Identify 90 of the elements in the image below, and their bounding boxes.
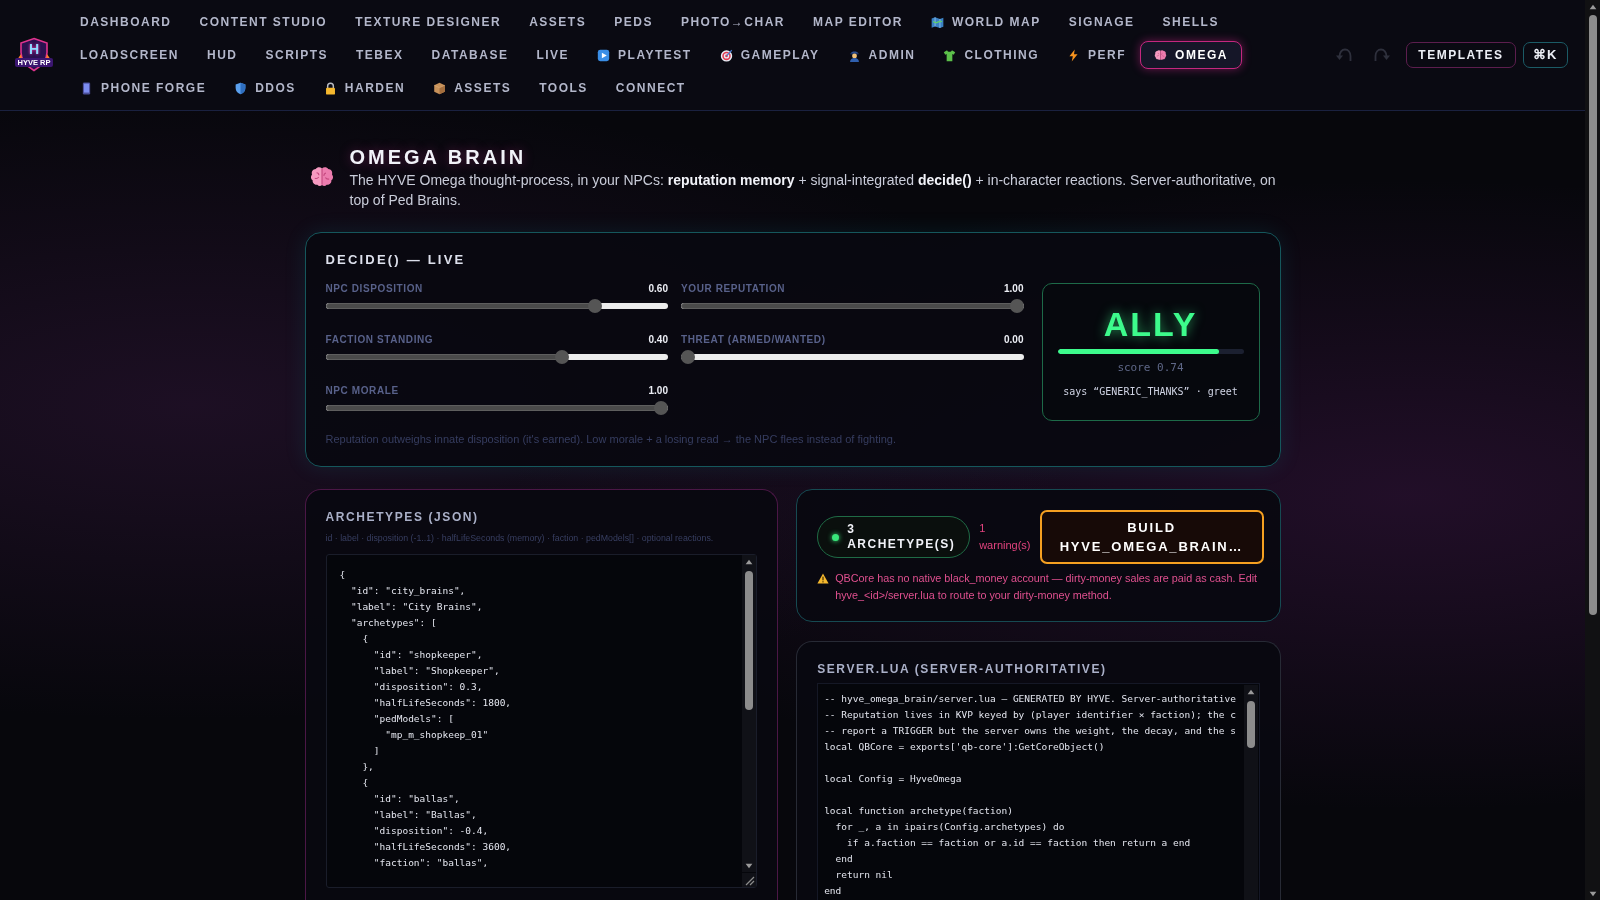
decide-note: Reputation outweighs innate disposition (it's earned). Low morale + a losing read → the NPC flees instead of fighting. [325,432,897,446]
slider-value: 1.00 [648,385,668,397]
slider-value: 0.00 [1004,334,1024,346]
nav-link[interactable]: DATABASE [417,41,523,69]
lock-icon [323,81,337,95]
shield-icon [234,81,248,95]
nav-link[interactable]: PLAYTEST [583,41,706,69]
page-title: OMEGA BRAIN [349,145,528,169]
officer-icon [847,48,861,62]
scroll-up-arrow-icon[interactable] [745,559,754,565]
slider-label: YOUR REPUTATION [681,283,786,295]
page-scrollbar[interactable] [1585,0,1600,900]
slider-track[interactable] [325,401,668,415]
slider-thumb[interactable] [654,401,668,415]
nav-link[interactable]: SIGNAGE [1054,8,1149,36]
scroll-down-arrow-icon[interactable] [1588,891,1597,897]
nav-link[interactable]: TEXTURE DESIGNER [341,8,516,36]
slider-value: 0.40 [648,334,668,346]
brain-icon [1154,48,1168,62]
nav-link[interactable]: ASSETS [515,8,601,36]
slider-track[interactable] [325,350,668,364]
nav-link[interactable]: LIVE [522,41,584,69]
field-hint: id · label · disposition (-1..1) · halfLifeSeconds (memory) · faction · pedModels[] · optional reactions. [325,532,715,545]
scroll-down-arrow-icon[interactable] [745,863,754,869]
nav-link[interactable]: ADMIN [833,41,930,69]
nav-link[interactable]: CONTENT STUDIO [185,8,342,36]
nav-link[interactable]: CONNECT [601,74,700,102]
nav-link[interactable]: OMEGA [1140,41,1242,69]
scrollbar[interactable] [1243,685,1258,900]
slider-track[interactable] [681,350,1024,364]
scroll-up-arrow-icon[interactable] [1588,4,1597,10]
map-icon [930,15,944,29]
panel-title: ARCHETYPES (JSON) [325,510,480,524]
phone-icon [80,81,93,95]
nav-link[interactable]: MAP EDITOR [799,8,917,36]
reaction-text: says “GENERIC_THANKS” · greet [1063,385,1238,398]
nav-link[interactable]: ASSETS [419,74,526,102]
nav-link[interactable]: DDOS [220,74,310,102]
nav-link[interactable]: HARDEN [309,74,420,102]
nav-link[interactable]: PEDS [600,8,667,36]
nav-link[interactable]: SHELLS [1148,8,1233,36]
slider-label: THREAT (ARMED/WANTED) [681,334,826,346]
nav-link[interactable]: PHOTO→CHAR [666,8,799,36]
panel-title: SERVER.LUA (SERVER-AUTHORITATIVE) [817,662,1108,676]
server-code: -- hyve_omega_brain/server.lua — GENERATED BY HYVE. Server-authoritative -- Reputation lives in KVP keyed by (player identifier × faction); the c -- report a TRIGGER but the server owns the weight, the decay, and the s local QBCore = exports['qb-core']:GetCoreObject() local Config = HyveOmega local function archetype(faction) for _, a in ipairs(Config.archetypes) do if a.faction == faction or a.id == faction then return a end end return nil end [823,692,1237,898]
verdict-text: ALLY [1103,306,1198,341]
nav-link[interactable]: CLOTHING [929,41,1054,69]
slider-thumb[interactable] [588,299,603,313]
warning-message: QBCore has no native black_money account — dirty-money sales are paid as cash. Edit hyve_<id>/server.lua to route to your dirty-money method. [835,571,1259,603]
scrollbar-thumb[interactable] [1246,701,1255,748]
slider-value: 1.00 [1004,283,1024,295]
warning-icon [817,573,830,584]
nav-link[interactable]: PHONE FORGE [66,74,221,102]
panel-title: DECIDE() — LIVE [325,253,467,267]
resize-grip-icon[interactable] [742,873,757,887]
command-palette-button[interactable]: ⌘K [1522,42,1568,68]
nav-link[interactable]: LOADSCREEN [66,41,193,69]
nav-link[interactable]: PERF [1053,41,1141,69]
nav-link[interactable]: SCRIPTS [251,41,343,69]
nav-link[interactable]: TOOLS [525,74,602,102]
slider-label: NPC DISPOSITION [325,283,423,295]
slider-thumb[interactable] [681,350,695,364]
slider-value: 0.60 [648,283,668,295]
play-icon [597,48,611,62]
status-dot-icon [832,533,840,541]
nav-link[interactable]: GAMEPLAY [705,41,834,69]
scrollbar-thumb[interactable] [1588,15,1597,615]
build-button[interactable]: BUILD HYVE_OMEGA_BRAIN… [1039,510,1264,564]
shirt-icon [943,48,957,62]
scrollbar[interactable] [742,555,757,872]
nav-link[interactable]: TEBEX [342,41,418,69]
target-icon [719,48,733,62]
nav-link[interactable]: WORLD MAP [916,8,1055,36]
score-text: score 0.74 [1117,360,1184,374]
slider-label: NPC MORALE [325,385,399,397]
slider-track[interactable] [325,299,668,313]
slider-track[interactable] [681,299,1024,313]
templates-button[interactable]: TEMPLATES [1406,42,1516,68]
slider-thumb[interactable] [1009,299,1024,313]
archetype-count: 3 ARCHETYPE(S) [847,522,956,552]
scroll-up-arrow-icon[interactable] [1246,689,1255,695]
slider-thumb[interactable] [555,350,570,364]
scrollbar-thumb[interactable] [745,571,754,710]
slider-label: FACTION STANDING [325,334,434,346]
nav-link[interactable]: HUD [193,41,252,69]
nav-link[interactable]: DASHBOARD [66,8,186,36]
page-description: The HYVE Omega thought-process, in your NPCs: reputation memory + signal-integrated decide() + in-character reactions. Server-authoritative, on top of Ped Brains. [349,171,1277,210]
box-icon [433,81,447,95]
json-editor[interactable]: { "id": "city_brains", "label": "City Brains", "archetypes": [ { "id": "shopkeeper", "label": "Shopkeeper", "disposition": 0.3, "halfLifeSeconds": 1800, "pedModels": [ "mp_m_shopkeep_01" ] }, { "id": "ballas", "label": "Ballas", "disposition": -0.4, "halfLifeSeconds": 3600, "faction": "ballas", [325,554,758,888]
warning-count: 1 warning(s) [979,521,1031,553]
